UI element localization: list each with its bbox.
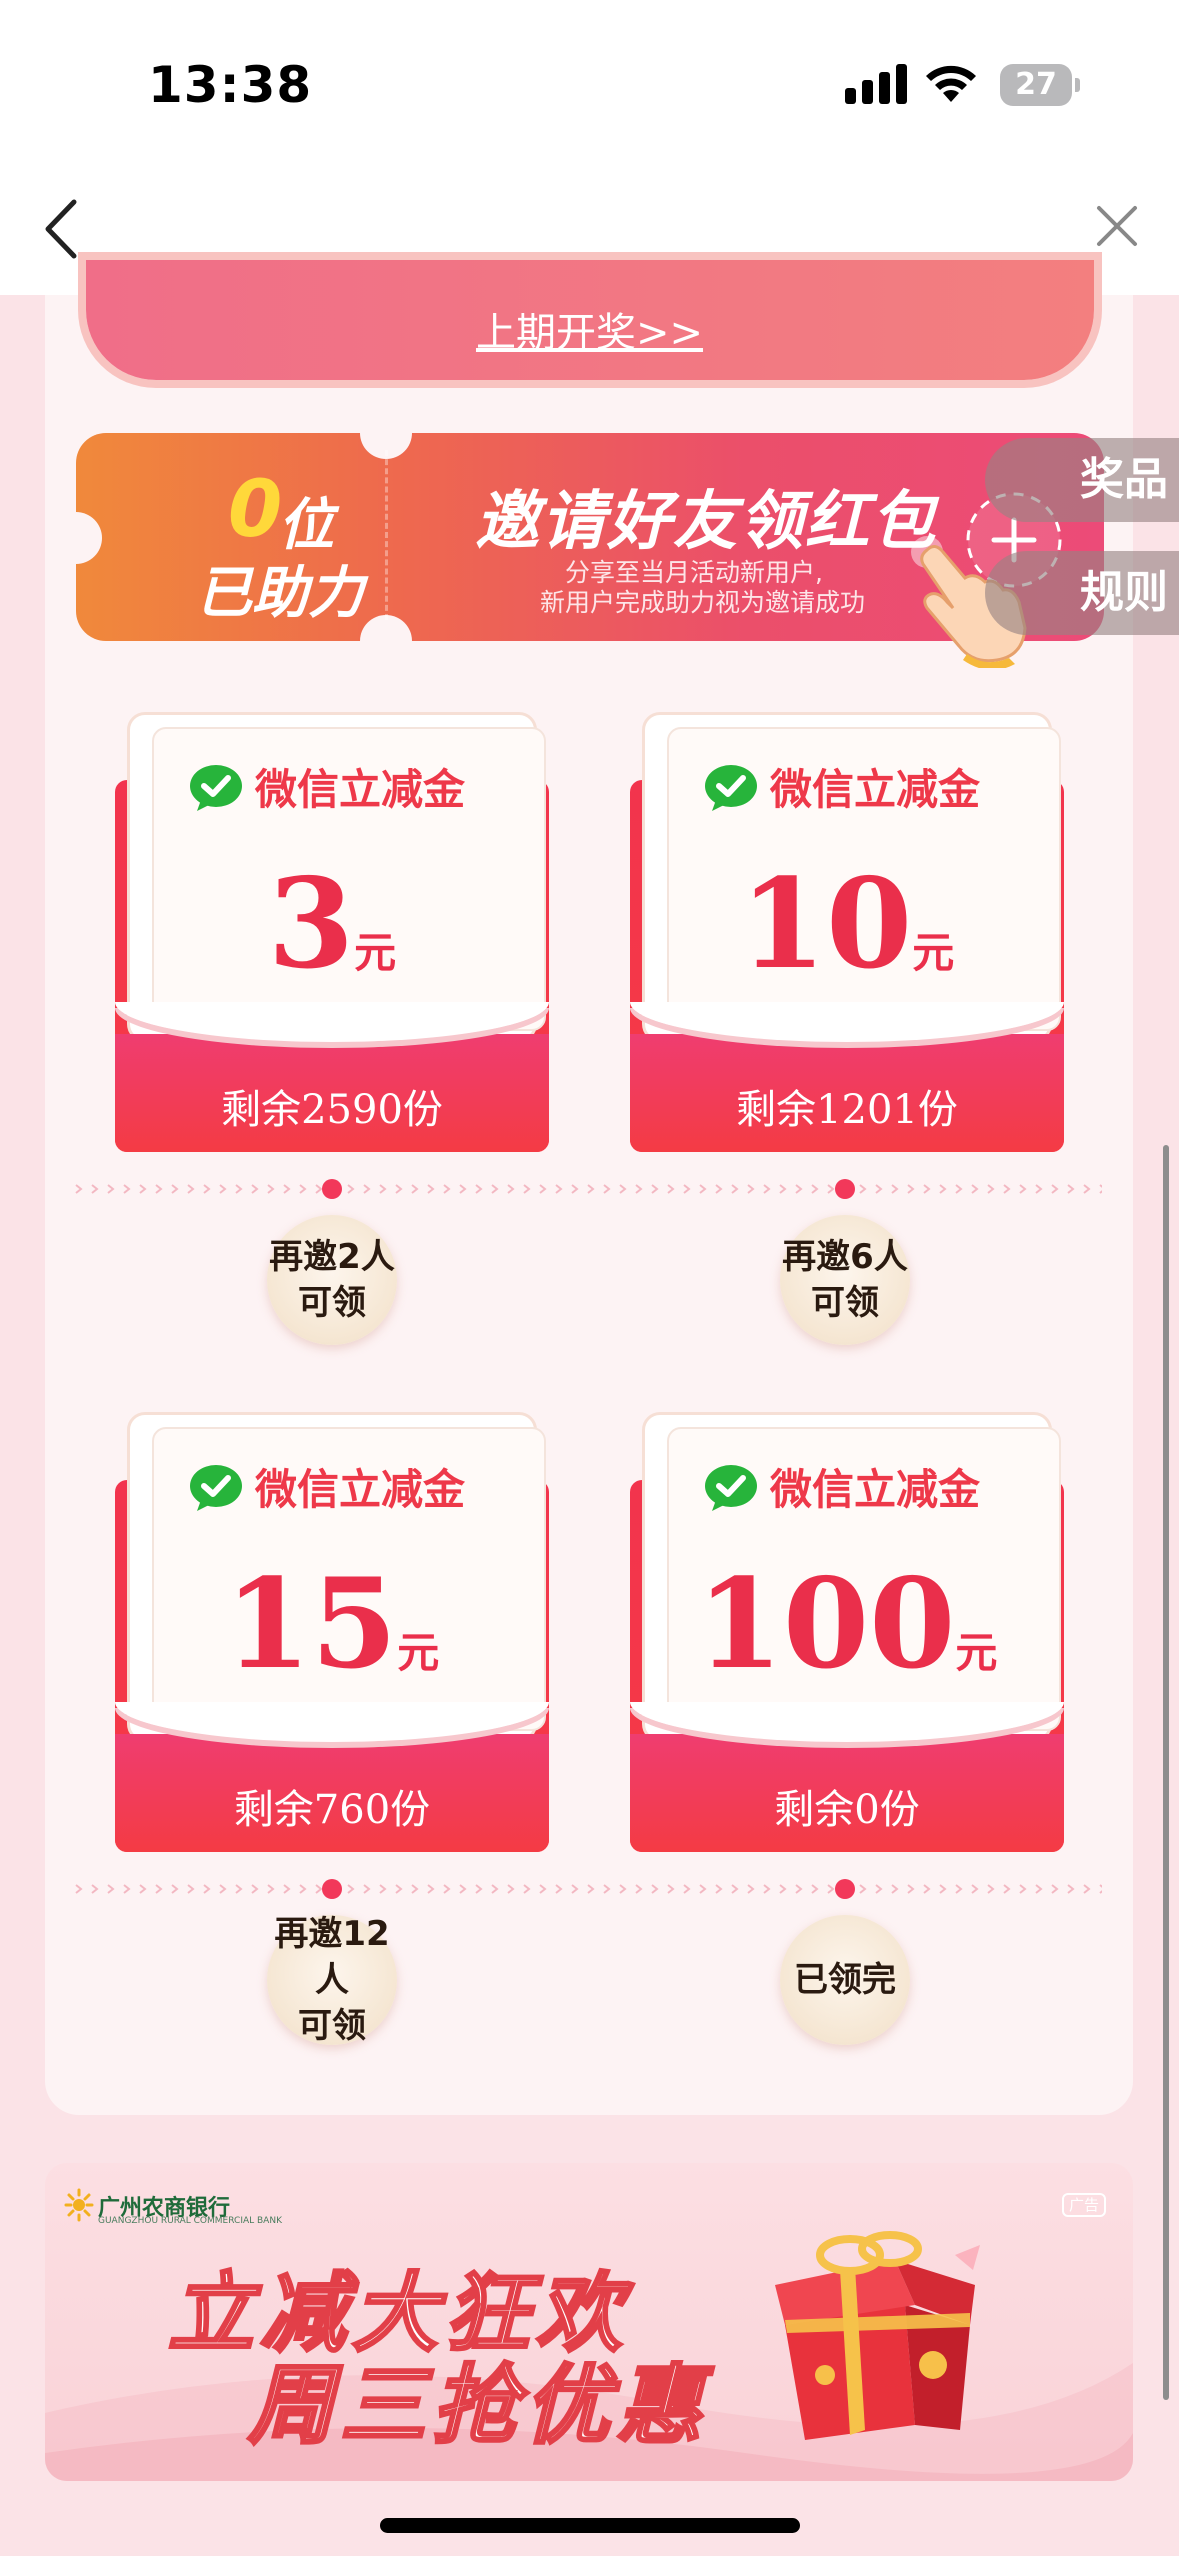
invite-subtitle-line2: 新用户完成助力视为邀请成功 [540, 588, 866, 617]
helped-count: 0 [228, 465, 283, 555]
reward-card-2[interactable]: 微信立减金 10元 剩余1201份 [630, 712, 1064, 1152]
status-line2: 可领 [298, 2006, 366, 2046]
wechat-icon [705, 1465, 757, 1511]
helped-label: 已助力 [196, 561, 364, 626]
progress-track [72, 1183, 1102, 1195]
card-brand: 微信立减金 [255, 1465, 466, 1514]
progress-dot [835, 1879, 855, 1899]
chevron-left-icon[interactable] [42, 198, 82, 260]
remaining-count: 剩余2590份 [221, 1087, 443, 1133]
status-badge: 已领完 [780, 1915, 910, 2045]
card-amount: 100元 [630, 1552, 1064, 1697]
invite-title: 邀请好友领红包 [475, 485, 937, 559]
status-badge: 再邀2人可领 [267, 1215, 397, 1345]
banner-divider [385, 450, 388, 620]
previous-draw-link[interactable]: 上期开奖>> [0, 300, 1179, 358]
progress-dot [835, 1179, 855, 1199]
status-line2: 可领 [298, 1283, 366, 1323]
card-amount: 3元 [115, 852, 549, 997]
gift-box-icon [775, 2231, 980, 2440]
progress-track [72, 1883, 1102, 1895]
amount-value: 3 [267, 852, 355, 997]
reward-card-3[interactable]: 微信立减金 15元 剩余760份 [115, 1412, 549, 1852]
close-icon[interactable] [1095, 204, 1139, 248]
wechat-icon [190, 765, 242, 811]
prizes-tab[interactable]: 奖品 [985, 438, 1179, 522]
battery-tip [1075, 78, 1080, 92]
scrollbar[interactable] [1163, 1145, 1169, 2400]
wifi-icon [926, 65, 976, 102]
amount-unit: 元 [397, 1628, 440, 1677]
card-brand: 微信立减金 [255, 765, 466, 814]
card-amount: 15元 [115, 1552, 549, 1697]
amount-unit: 元 [354, 928, 397, 977]
reward-card-1[interactable]: 微信立减金 3元 剩余2590份 [115, 712, 549, 1152]
banner-notch-bottom [360, 615, 412, 667]
reward-card-4[interactable]: 微信立减金 100元 剩余0份 [630, 1412, 1064, 1852]
amount-unit: 元 [955, 1628, 998, 1677]
amount-value: 100 [696, 1552, 956, 1697]
card-brand: 微信立减金 [770, 765, 981, 814]
status-time: 13:38 [148, 56, 313, 114]
status-line2: 可领 [811, 1283, 879, 1323]
amount-value: 15 [224, 1552, 398, 1697]
banner-notch-left [50, 512, 102, 564]
bank-logo-icon [64, 2188, 94, 2222]
ad-headline-line2: 周三抢优惠 [247, 2355, 708, 2458]
cellular-signal-icon [845, 64, 907, 104]
progress-dot [322, 1879, 342, 1899]
card-brand: 微信立减金 [770, 1465, 981, 1514]
rules-tab-label: 规则 [1080, 567, 1168, 618]
bank-name-en: GUANGZHOU RURAL COMMERCIAL BANK [98, 2216, 282, 2226]
status-badge: 再邀6人可领 [780, 1215, 910, 1345]
amount-value: 10 [739, 852, 913, 997]
progress-dot [322, 1179, 342, 1199]
ad-tag: 广告 [1062, 2193, 1106, 2217]
status-line1: 再邀6人 [782, 1237, 908, 1277]
battery-level [1000, 64, 1022, 106]
rules-tab[interactable]: 规则 [985, 551, 1179, 635]
remaining-count: 剩余760份 [233, 1787, 431, 1833]
status-line1: 已领完 [794, 1960, 896, 2000]
card-amount: 10元 [630, 852, 1064, 997]
status-badge: 再邀12人可领 [267, 1914, 397, 2046]
prizes-tab-label: 奖品 [1080, 454, 1168, 505]
remaining-count: 剩余1201份 [736, 1087, 958, 1133]
wechat-icon [705, 765, 757, 811]
status-line1: 再邀2人 [269, 1237, 395, 1277]
home-indicator[interactable] [380, 2518, 800, 2533]
amount-unit: 元 [912, 928, 955, 977]
remaining-count: 剩余0份 [774, 1787, 920, 1833]
wechat-icon [190, 1465, 242, 1511]
status-line1: 再邀12人 [274, 1914, 390, 2000]
